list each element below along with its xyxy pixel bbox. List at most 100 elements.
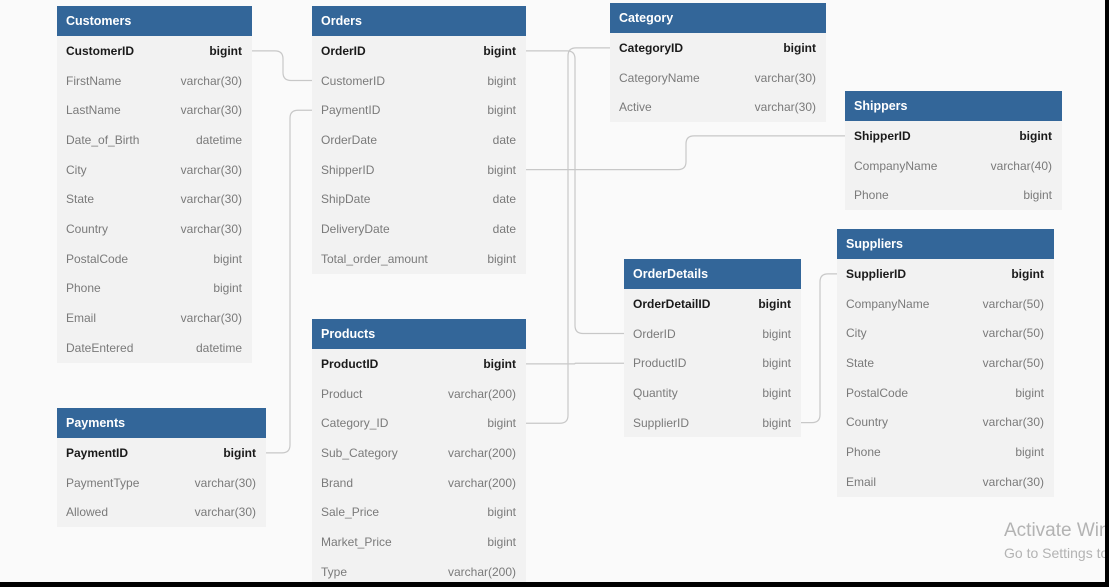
field-name: PaymentID xyxy=(321,103,381,118)
field-row[interactable]: City varchar(50) xyxy=(837,318,1054,348)
field-type: date xyxy=(492,192,516,207)
field-type: bigint xyxy=(783,40,816,55)
field-row[interactable]: OrderID bigint xyxy=(624,319,801,349)
field-row[interactable]: CategoryName varchar(30) xyxy=(610,63,826,93)
field-type: bigint xyxy=(483,356,516,371)
field-name: DateEntered xyxy=(66,340,134,355)
field-name: Phone xyxy=(854,188,889,203)
field-row[interactable]: OrderDate date xyxy=(312,125,526,155)
field-row[interactable]: CompanyName varchar(40) xyxy=(845,151,1062,181)
table-suppliers-title: Suppliers xyxy=(837,229,1054,259)
field-name: Product xyxy=(321,386,363,401)
field-name: CompanyName xyxy=(846,296,930,311)
table-orderdetails[interactable]: OrderDetails OrderDetailID bigint OrderID… xyxy=(624,259,801,438)
field-type: date xyxy=(492,221,516,236)
field-type: varchar(30) xyxy=(982,415,1044,430)
field-name: Country xyxy=(66,221,109,236)
field-row[interactable]: PostalCode bigint xyxy=(837,378,1054,408)
field-row[interactable]: Allowed varchar(30) xyxy=(57,497,266,527)
field-name: Total_order_amount xyxy=(321,251,428,266)
field-type: bigint xyxy=(223,445,256,460)
field-name: Sale_Price xyxy=(321,505,380,520)
field-name: Market_Price xyxy=(321,534,392,549)
table-products[interactable]: Products ProductID bigint Product varchar(… xyxy=(312,319,526,582)
field-row[interactable]: SupplierID bigint xyxy=(837,259,1054,289)
field-row[interactable]: PaymentID bigint xyxy=(312,95,526,125)
field-type: bigint xyxy=(762,356,791,371)
field-row[interactable]: City varchar(30) xyxy=(57,155,252,185)
field-row[interactable]: PaymentID bigint xyxy=(57,438,266,468)
field-row[interactable]: CustomerID bigint xyxy=(312,66,526,96)
field-row[interactable]: Total_order_amount bigint xyxy=(312,244,526,274)
field-row[interactable]: CategoryID bigint xyxy=(610,33,826,63)
field-row[interactable]: Quantity bigint xyxy=(624,378,801,408)
field-row[interactable]: Date_of_Birth datetime xyxy=(57,125,252,155)
field-name: CategoryName xyxy=(619,70,700,85)
field-row[interactable]: SupplierID bigint xyxy=(624,408,801,438)
table-orders[interactable]: Orders OrderID bigint CustomerID bigint Pa… xyxy=(312,6,526,274)
field-row[interactable]: Email varchar(30) xyxy=(57,303,252,333)
field-name: ShipperID xyxy=(854,128,911,143)
field-row[interactable]: CustomerID bigint xyxy=(57,36,252,66)
field-type: varchar(30) xyxy=(180,73,242,88)
field-row[interactable]: Category_ID bigint xyxy=(312,408,526,438)
field-name: CategoryID xyxy=(619,40,684,55)
field-row[interactable]: Phone bigint xyxy=(57,274,252,304)
table-category-title: Category xyxy=(610,3,826,33)
table-category[interactable]: Category CategoryID bigint CategoryName va… xyxy=(610,3,826,123)
relationship-line xyxy=(801,273,837,424)
field-type: varchar(50) xyxy=(982,326,1044,341)
field-row[interactable]: ShipperID bigint xyxy=(845,121,1062,151)
table-customers[interactable]: Customers CustomerID bigint FirstName varc… xyxy=(57,6,252,363)
table-products-title: Products xyxy=(312,319,526,349)
field-row[interactable]: PostalCode bigint xyxy=(57,244,252,274)
field-type: bigint xyxy=(487,73,516,88)
table-shippers[interactable]: Shippers ShipperID bigint CompanyName varc… xyxy=(845,91,1062,211)
field-name: OrderDate xyxy=(321,132,378,147)
field-row[interactable]: Market_Price bigint xyxy=(312,527,526,557)
field-type: bigint xyxy=(487,162,516,177)
field-row[interactable]: ProductID bigint xyxy=(312,349,526,379)
field-type: varchar(30) xyxy=(194,505,256,520)
field-row[interactable]: ShipperID bigint xyxy=(312,155,526,185)
field-row[interactable]: Product varchar(200) xyxy=(312,379,526,409)
table-payments[interactable]: Payments PaymentID bigint PaymentType varc… xyxy=(57,408,266,528)
relationship-line xyxy=(526,362,624,365)
field-type: bigint xyxy=(213,251,242,266)
field-row[interactable]: State varchar(50) xyxy=(837,348,1054,378)
relationship-line xyxy=(526,135,845,171)
field-row[interactable]: OrderDetailID bigint xyxy=(624,289,801,319)
field-name: ShipDate xyxy=(321,192,371,207)
field-row[interactable]: Country varchar(30) xyxy=(57,214,252,244)
field-row[interactable]: Active varchar(30) xyxy=(610,92,826,122)
table-suppliers[interactable]: Suppliers SupplierID bigint CompanyName va… xyxy=(837,229,1054,497)
field-name: OrderID xyxy=(321,43,366,58)
field-name: Country xyxy=(846,415,889,430)
field-row[interactable]: Phone bigint xyxy=(845,180,1062,210)
field-row[interactable]: Type varchar(200) xyxy=(312,557,526,582)
field-row[interactable]: Country varchar(30) xyxy=(837,407,1054,437)
field-type: varchar(200) xyxy=(447,386,516,401)
field-row[interactable]: LastName varchar(30) xyxy=(57,95,252,125)
field-row[interactable]: DeliveryDate date xyxy=(312,214,526,244)
field-type: varchar(30) xyxy=(194,475,256,490)
table-payments-title: Payments xyxy=(57,408,266,438)
field-row[interactable]: PaymentType varchar(30) xyxy=(57,468,266,498)
field-row[interactable]: OrderID bigint xyxy=(312,36,526,66)
field-row[interactable]: DateEntered datetime xyxy=(57,333,252,363)
field-type: varchar(30) xyxy=(754,100,816,115)
field-row[interactable]: CompanyName varchar(50) xyxy=(837,289,1054,319)
field-row[interactable]: State varchar(30) xyxy=(57,184,252,214)
field-type: bigint xyxy=(209,43,242,58)
field-row[interactable]: Email varchar(30) xyxy=(837,467,1054,497)
field-row[interactable]: Brand varchar(200) xyxy=(312,468,526,498)
field-row[interactable]: Phone bigint xyxy=(837,437,1054,467)
field-row[interactable]: Sub_Category varchar(200) xyxy=(312,438,526,468)
field-name: DeliveryDate xyxy=(321,221,390,236)
field-name: City xyxy=(66,162,87,177)
field-name: CustomerID xyxy=(321,73,386,88)
field-row[interactable]: FirstName varchar(30) xyxy=(57,66,252,96)
field-row[interactable]: ShipDate date xyxy=(312,184,526,214)
field-row[interactable]: Sale_Price bigint xyxy=(312,497,526,527)
field-row[interactable]: ProductID bigint xyxy=(624,348,801,378)
